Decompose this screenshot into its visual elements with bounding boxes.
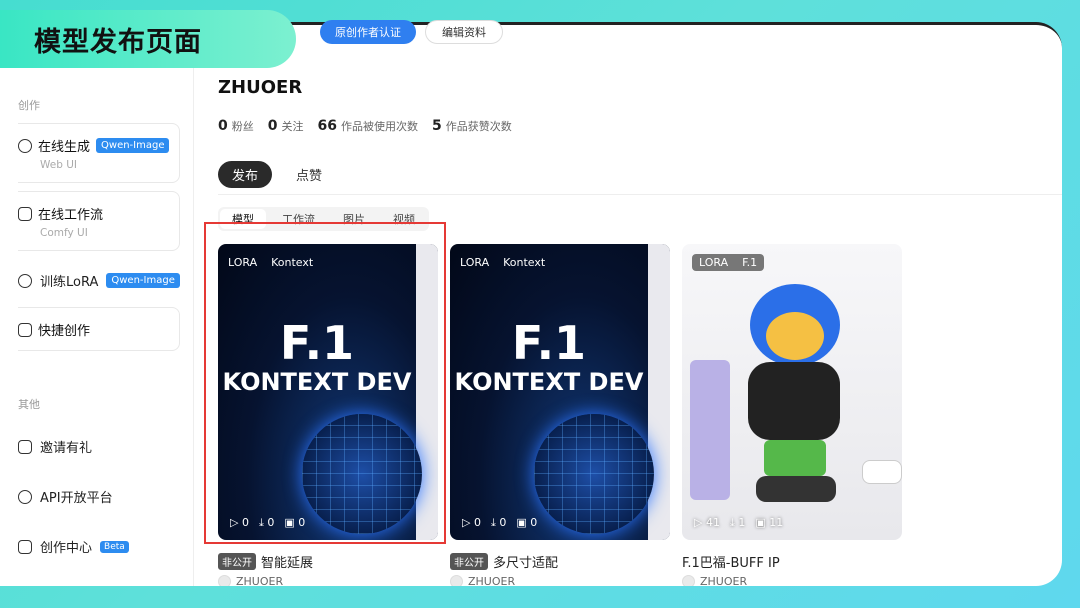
sidebar-item-online-generate[interactable]: 在线生成 Qwen-Image Web UI xyxy=(18,123,180,183)
card-title[interactable]: 非公开 多尺寸适配 xyxy=(450,552,558,571)
image-icon: ▣ 11 xyxy=(755,516,784,529)
download-icon: ⤓ 0 xyxy=(490,516,507,529)
qwen-image-tag: Qwen-Image xyxy=(106,273,180,288)
palette-icon xyxy=(18,138,32,153)
stat-usage: 66 作品被使用次数 xyxy=(317,118,418,134)
tab-publish[interactable]: 发布 xyxy=(218,161,273,188)
download-icon: ⤓ 1 xyxy=(729,516,746,529)
charger-graphic xyxy=(690,360,730,500)
sidebar-item-invite[interactable]: 邀请有礼 xyxy=(18,437,92,456)
box-icon xyxy=(18,322,32,337)
model-card[interactable]: LORA Kontext F.1 KONTEXT DEV ▷ 0 ⤓ 0 ▣ 0 xyxy=(450,244,670,540)
divider xyxy=(218,194,1062,195)
avatar xyxy=(450,575,463,586)
section-create-label: 创作 xyxy=(18,99,40,112)
sidebar-item-sublabel: Comfy UI xyxy=(40,227,88,239)
car-graphic xyxy=(862,460,902,484)
avatar xyxy=(682,575,695,586)
card-stats: ▷ 0 ⤓ 0 ▣ 0 xyxy=(462,516,537,530)
beta-badge: Beta xyxy=(100,540,129,553)
globe-graphic xyxy=(534,414,654,534)
model-card[interactable]: LORA F.1 ▷ 41 ⤓ 1 ▣ 11 xyxy=(682,244,902,540)
sidebar-item-label: 在线生成 xyxy=(38,140,91,155)
sidebar-item-label: 创作中心 xyxy=(40,541,93,556)
card-tag: F.1 xyxy=(742,256,758,269)
play-icon: ▷ 41 xyxy=(694,516,720,529)
private-badge: 非公开 xyxy=(218,553,256,570)
gift-icon xyxy=(18,439,32,454)
cube-icon xyxy=(18,273,32,288)
image-icon: ▣ 0 xyxy=(516,516,538,529)
private-badge: 非公开 xyxy=(450,553,488,570)
sidebar-item-label: API开放平台 xyxy=(40,491,113,506)
card-tag: Kontext xyxy=(503,256,546,269)
card-tag: LORA xyxy=(460,256,490,269)
sidebar-item-label: 邀请有礼 xyxy=(40,441,93,456)
profile-name: ZHUOER xyxy=(218,77,303,98)
card-stats: ▷ 41 ⤓ 1 ▣ 11 xyxy=(694,516,783,530)
sidebar: 创作 在线生成 Qwen-Image Web UI 在线工作流 Comfy UI … xyxy=(0,25,194,586)
stat-followers: 0 粉丝 xyxy=(218,118,254,134)
sidebar-item-creator-center[interactable]: 创作中心 Beta xyxy=(18,537,129,556)
banner-title: 模型发布页面 xyxy=(34,26,202,58)
section-other-label: 其他 xyxy=(18,398,40,411)
play-icon: ▷ 0 xyxy=(462,516,481,529)
card-tag: LORA xyxy=(699,256,729,269)
sidebar-item-label: 训练LoRA xyxy=(40,275,99,290)
cover-title: F.1 xyxy=(511,316,587,370)
verify-author-button[interactable]: 原创作者认证 xyxy=(320,20,416,44)
card-title[interactable]: F.1巴福-BUFF IP xyxy=(682,552,780,571)
avatar xyxy=(218,575,231,586)
sidebar-item-quick-create[interactable]: 快捷创作 xyxy=(18,307,180,351)
sidebar-item-sublabel: Web UI xyxy=(40,159,78,171)
highlight-box xyxy=(204,222,446,544)
pen-icon xyxy=(18,539,32,554)
card-author[interactable]: ZHUOER xyxy=(218,575,283,586)
profile-stats: 0 粉丝 0 关注 66 作品被使用次数 5 作品获赞次数 xyxy=(218,115,512,134)
tab-likes[interactable]: 点赞 xyxy=(286,161,332,188)
sidebar-item-online-workflow[interactable]: 在线工作流 Comfy UI xyxy=(18,191,180,251)
card-author[interactable]: ZHUOER xyxy=(682,575,747,586)
mascot-figure xyxy=(730,274,860,524)
edit-profile-button[interactable]: 编辑资料 xyxy=(425,20,503,44)
cover-subtitle: KONTEXT DEV xyxy=(454,368,644,396)
link-icon xyxy=(18,489,32,504)
sidebar-item-api[interactable]: API开放平台 xyxy=(18,487,113,506)
stat-likes: 5 作品获赞次数 xyxy=(431,118,512,134)
sidebar-item-label: 快捷创作 xyxy=(38,324,91,339)
sidebar-item-train-lora[interactable]: 训练LoRA Qwen-Image xyxy=(18,271,180,290)
workflow-icon xyxy=(18,206,32,221)
main-tabs: 发布 点赞 xyxy=(218,161,332,188)
sidebar-item-label: 在线工作流 xyxy=(38,208,104,223)
qwen-image-tag: Qwen-Image xyxy=(96,138,170,153)
stat-following: 0 关注 xyxy=(267,118,304,134)
app-frame: 创作 在线生成 Qwen-Image Web UI 在线工作流 Comfy UI … xyxy=(0,22,1062,586)
card-title[interactable]: 非公开 智能延展 xyxy=(218,552,313,571)
card-author[interactable]: ZHUOER xyxy=(450,575,515,586)
page-banner: 模型发布页面 xyxy=(0,10,296,68)
